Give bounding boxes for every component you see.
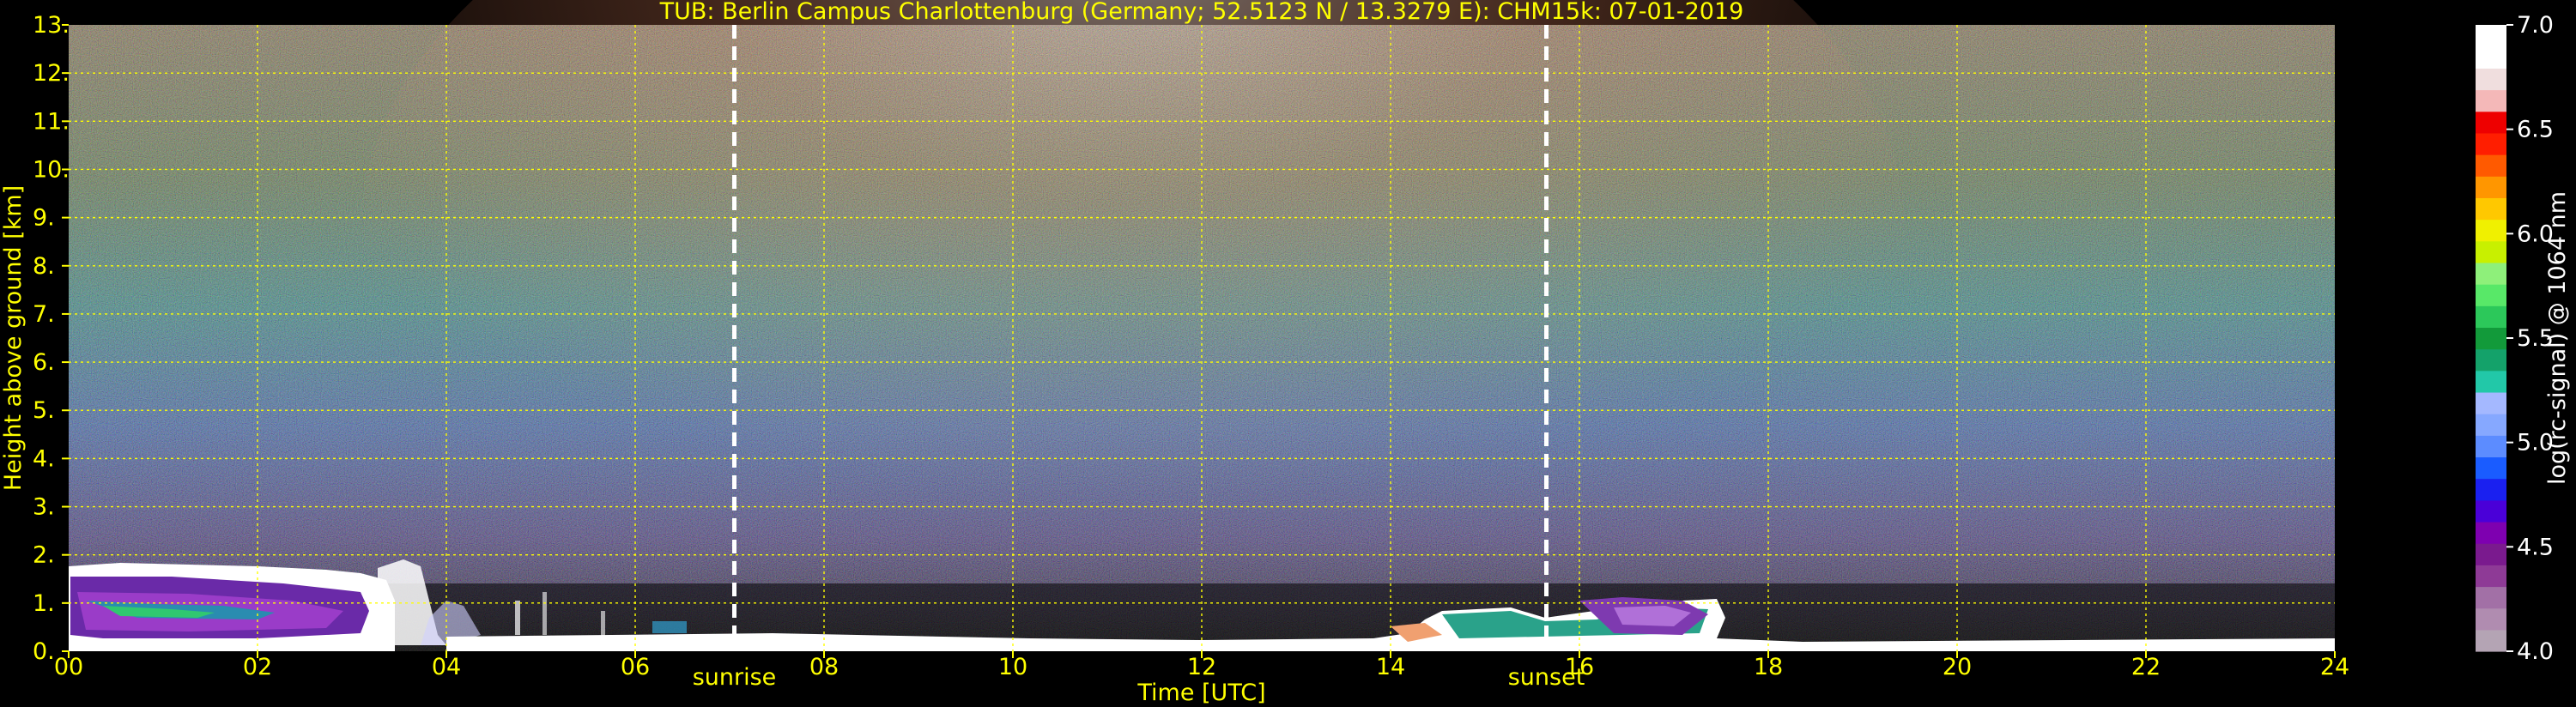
- colorbar-swatch: [2476, 348, 2506, 372]
- x-tick-label: 08: [809, 654, 839, 680]
- y-tick-label: 12.: [33, 60, 70, 87]
- x-tick-label: 18: [1754, 654, 1783, 680]
- y-tick-label: 4.: [33, 445, 55, 472]
- colorbar-tick-label: 6.5: [2517, 117, 2554, 143]
- y-tick-label: 7.: [33, 301, 55, 328]
- colorbar-swatch: [2476, 521, 2506, 544]
- y-tick-label: 9.: [33, 205, 55, 232]
- colorbar-swatch: [2476, 111, 2506, 134]
- colorbar-tick-label: 4.5: [2517, 534, 2554, 560]
- colorbar-label: log(rc-signal) @ 1064 nm: [2544, 191, 2571, 485]
- colorbar-swatch: [2476, 456, 2506, 480]
- y-tick-label: 2.: [33, 542, 55, 569]
- colorbar-swatch: [2476, 25, 2506, 47]
- colorbar-swatch: [2476, 68, 2506, 91]
- colorbar-tick-label: 7.0: [2517, 12, 2554, 39]
- x-tick-label: 12: [1187, 654, 1216, 680]
- colorbar-swatch: [2476, 305, 2506, 329]
- colorbar-swatch: [2476, 499, 2506, 523]
- colorbar-swatch: [2476, 414, 2506, 436]
- colorbar-swatch: [2476, 219, 2506, 242]
- y-tick-label: 11.: [33, 108, 70, 135]
- y-tick-label: 1.: [33, 590, 55, 617]
- x-tick-label: 02: [243, 654, 272, 680]
- colorbar-swatch: [2476, 197, 2506, 221]
- x-tick-label: 16: [1565, 654, 1594, 680]
- x-tick-label: 06: [621, 654, 650, 680]
- y-tick-label: 8.: [33, 253, 55, 280]
- y-tick-label: 0.: [33, 638, 55, 665]
- x-tick-label: 24: [2320, 654, 2349, 680]
- colorbar-swatch: [2476, 435, 2506, 458]
- y-axis-ticks: 0. 1. 2. 3. 4. 5. 6. 7. 8. 9. 10. 11. 12. 13.: [33, 12, 70, 665]
- colorbar-swatch: [2476, 543, 2506, 565]
- colorbar-swatch: [2476, 89, 2506, 112]
- y-axis-label: Height above ground [km]: [0, 185, 27, 491]
- colorbar-swatch: [2476, 154, 2506, 177]
- x-tick-label: 00: [54, 654, 83, 680]
- y-tick-label: 5.: [33, 397, 55, 424]
- x-axis-ticks: 00 02 04 06 08 10 12 14 16 18 20 22 24: [54, 651, 2349, 680]
- colorbar-swatch: [2476, 176, 2506, 198]
- colorbar-swatch: [2476, 478, 2506, 501]
- colorbar-swatch: [2476, 132, 2506, 155]
- colorbar-swatch: [2476, 327, 2506, 350]
- y-tick-label: 13.: [33, 12, 70, 39]
- colorbar-swatch: [2476, 284, 2506, 306]
- colorbar-swatch: [2476, 607, 2506, 631]
- x-axis-label: Time [UTC]: [1136, 680, 1265, 706]
- x-tick-label: 04: [432, 654, 461, 680]
- x-tick-label: 10: [998, 654, 1027, 680]
- colorbar: [2476, 25, 2506, 652]
- x-tick-label: 14: [1376, 654, 1405, 680]
- x-tick-label: 20: [1943, 654, 1972, 680]
- colorbar-tick-label: 4.0: [2517, 638, 2554, 665]
- colorbar-swatch: [2476, 46, 2506, 69]
- colorbar-swatch: [2476, 370, 2506, 393]
- y-tick-label: 3.: [33, 494, 55, 521]
- colorbar-swatch: [2476, 629, 2506, 652]
- chart-title: TUB: Berlin Campus Charlottenburg (Germa…: [659, 0, 1744, 25]
- colorbar-swatch: [2476, 391, 2506, 414]
- colorbar-swatch: [2476, 565, 2506, 588]
- colorbar-swatch: [2476, 586, 2506, 609]
- y-tick-label: 6.: [33, 349, 55, 376]
- colorbar-swatch: [2476, 262, 2506, 285]
- sunrise-label: sunrise: [693, 664, 777, 691]
- colorbar-swatch: [2476, 240, 2506, 263]
- x-tick-label: 22: [2131, 654, 2161, 680]
- y-tick-label: 10.: [33, 156, 70, 183]
- lidar-backscatter-figure: sunrise sunset 00 02 04 06 08 10 12 14 16 18 20 22 24…: [0, 0, 2571, 706]
